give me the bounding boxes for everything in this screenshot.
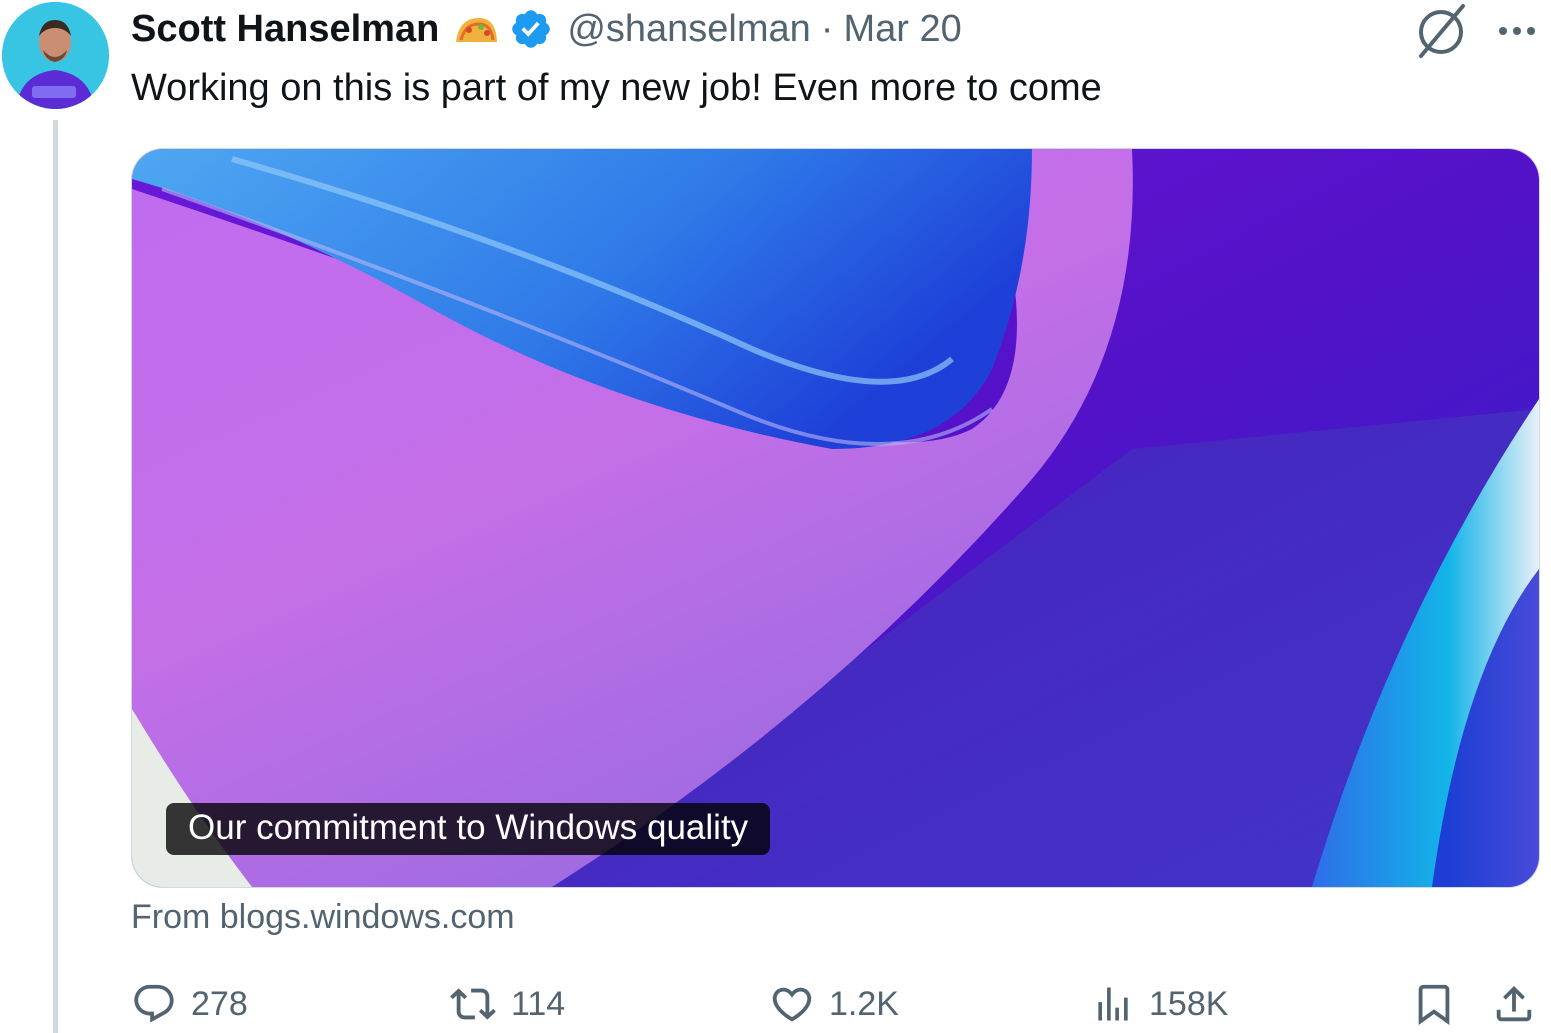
share-icon xyxy=(1496,985,1532,1022)
card-image xyxy=(132,149,1539,887)
card-caption: Our commitment to Windows quality xyxy=(166,803,771,855)
author-avatar[interactable] xyxy=(2,2,109,109)
like-button[interactable]: 1.2K xyxy=(769,976,899,1032)
thread-line xyxy=(53,120,58,1033)
grok-icon[interactable] xyxy=(1413,2,1471,65)
reply-count: 278 xyxy=(191,984,248,1023)
reply-button[interactable]: 278 xyxy=(131,976,248,1032)
author-name[interactable]: Scott Hanselman xyxy=(131,8,439,51)
heart-icon xyxy=(772,987,812,1022)
header-separator: · xyxy=(820,7,834,50)
bookmark-icon xyxy=(1418,984,1450,1025)
repost-count: 114 xyxy=(511,984,566,1023)
tweet-actions: 278 114 1.2K 158K xyxy=(131,976,1541,1032)
avatar-image xyxy=(2,2,109,109)
tweet-text: Working on this is part of my new job! E… xyxy=(131,67,1102,109)
share-button[interactable] xyxy=(1491,976,1537,1032)
views-button[interactable]: 158K xyxy=(1091,976,1228,1032)
views-count: 158K xyxy=(1149,984,1229,1023)
like-count: 1.2K xyxy=(829,984,899,1023)
link-card[interactable]: Our commitment to Windows quality xyxy=(131,148,1540,888)
tweet-date[interactable]: Mar 20 xyxy=(843,8,961,51)
author-handle[interactable]: @shanselman xyxy=(567,8,810,51)
taco-icon xyxy=(453,13,499,45)
more-icon[interactable] xyxy=(1497,24,1537,43)
card-source[interactable]: From blogs.windows.com xyxy=(131,898,515,937)
reply-icon xyxy=(134,984,174,1023)
top-actions xyxy=(1413,2,1537,65)
views-icon xyxy=(1098,987,1128,1021)
tweet-header: Scott Hanselman @shanselman · Mar 20 xyxy=(131,4,962,54)
bookmark-button[interactable] xyxy=(1411,976,1457,1032)
verified-badge-icon[interactable] xyxy=(509,7,553,51)
repost-icon xyxy=(450,988,496,1020)
repost-button[interactable]: 114 xyxy=(449,976,565,1032)
